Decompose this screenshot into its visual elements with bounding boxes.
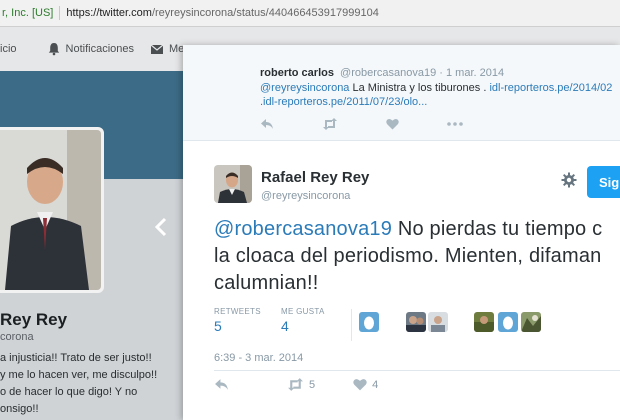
retweets-stat[interactable]: RETWEETS 5 (214, 307, 261, 334)
engager-photo (474, 312, 494, 332)
profile-photo (0, 130, 101, 290)
reply-tweet[interactable]: roberto carlos @robercasanova19 · 1 mar.… (183, 45, 620, 141)
author-photo (214, 165, 252, 203)
engager-avatar[interactable] (474, 312, 494, 332)
default-egg-avatar (359, 312, 379, 332)
tweet-stats: RETWEETS 5 ME GUSTA 4 (214, 307, 620, 347)
url-path: /reyreysincorona/status/4404664539179991… (151, 7, 379, 19)
profile-bio: a injusticia!! Trato de ser justo!! y me… (0, 350, 178, 418)
retweet-action-count: 5 (309, 378, 316, 391)
engager-avatar[interactable] (428, 312, 448, 332)
certificate-label[interactable]: r, Inc. [US] (0, 7, 53, 19)
reply-date[interactable]: · 1 mar. 2014 (439, 67, 504, 79)
nav-label-messages: Me (169, 43, 185, 55)
tweet-timestamp[interactable]: 6:39 - 3 mar. 2014 (214, 352, 303, 364)
reply-action-reply[interactable] (260, 118, 274, 130)
url-text[interactable]: https://twitter.com/reyreysincorona/stat… (66, 7, 379, 19)
tweet-text-line-2: la cloaca del periodismo. Mienten, difam… (214, 245, 602, 267)
bio-line: o de hacer lo que digo! Y no (0, 386, 138, 398)
author-avatar[interactable] (214, 165, 252, 203)
engager-photo (428, 312, 448, 332)
action-reply[interactable] (214, 378, 229, 391)
likes-label: ME GUSTA (281, 307, 325, 316)
retweets-count: 5 (214, 318, 222, 334)
nav-item-notifications[interactable]: Notificaciones (47, 42, 134, 56)
reply-text-plain: La Ministra y los tiburones . (349, 82, 490, 94)
tweet-text-plain: No pierdas tu tiempo c (392, 218, 603, 240)
heart-icon (386, 118, 399, 130)
reply-url-link-2[interactable]: .idl-reporteros.pe/2011/07/23/olo... (260, 96, 427, 108)
nav-label-notifications: Notificaciones (65, 43, 134, 55)
retweet-icon (288, 378, 303, 391)
action-like[interactable]: 4 (353, 378, 378, 391)
heart-icon (353, 379, 367, 391)
nav-item-home[interactable]: icio (0, 43, 17, 55)
reply-tweet-header: roberto carlos @robercasanova19 · 1 mar.… (260, 67, 504, 79)
actions-divider (214, 370, 620, 371)
engager-photo (406, 312, 426, 332)
tweet-text-line-1: @robercasanova19 No pierdas tu tiempo c (214, 216, 620, 243)
retweet-icon (323, 118, 337, 130)
reply-icon (261, 119, 273, 129)
reply-action-retweet[interactable] (322, 118, 338, 130)
reply-action-like[interactable] (386, 118, 399, 130)
gear-icon[interactable] (561, 172, 577, 188)
retweets-label: RETWEETS (214, 307, 261, 316)
reply-tweet-actions (260, 118, 511, 130)
url-separator (59, 6, 61, 20)
tweet-actions: 5 4 (214, 378, 416, 391)
action-retweet[interactable]: 5 (287, 378, 315, 391)
like-action-count: 4 (372, 378, 379, 391)
reply-mention-link[interactable]: @reyreysincorona (260, 82, 349, 94)
tweet-mention-link[interactable]: @robercasanova19 (214, 218, 392, 240)
nav-label-home: icio (0, 43, 17, 55)
url-host: https://twitter.com (66, 7, 152, 19)
stats-divider (351, 309, 352, 341)
author-name[interactable]: Rafael Rey Rey (261, 169, 369, 186)
profile-avatar (0, 130, 101, 290)
bio-line: a injusticia!! Trato de ser justo!! (0, 352, 152, 364)
author-handle[interactable]: @reyreysincorona (261, 190, 350, 202)
engager-avatar[interactable] (498, 312, 518, 332)
reply-author-name[interactable]: roberto carlos (260, 67, 334, 79)
follow-button[interactable]: Sig (587, 166, 620, 198)
likes-stat[interactable]: ME GUSTA 4 (281, 307, 325, 334)
bell-icon (48, 43, 59, 56)
reply-action-more[interactable] (447, 122, 463, 126)
browser-url-bar[interactable]: r, Inc. [US] https://twitter.com/reyreys… (0, 0, 620, 27)
bio-line: y me lo hacen ver, me disculpo!! (0, 369, 158, 381)
tweet-text-line-3: calumnian!! (214, 272, 319, 294)
default-egg-avatar (498, 312, 518, 332)
profile-name[interactable]: Rey Rey (0, 310, 67, 330)
profile-handle: corona (0, 331, 34, 343)
tweet-text: @robercasanova19 No pierdas tu tiempo c … (214, 216, 620, 297)
bio-line: onsigo!! (0, 403, 39, 415)
reply-icon (215, 379, 228, 390)
likes-count: 4 (281, 318, 289, 334)
reply-tweet-text: @reyreysincorona La Ministra y los tibur… (260, 81, 612, 109)
engager-photo (521, 312, 541, 332)
tweet-permalink-modal: roberto carlos @robercasanova19 · 1 mar.… (183, 45, 620, 420)
engager-avatar[interactable] (359, 312, 379, 332)
engager-avatar[interactable] (521, 312, 541, 332)
engager-avatar[interactable] (406, 312, 426, 332)
profile-avatar-frame[interactable] (0, 127, 104, 293)
more-dots-icon (447, 122, 463, 126)
envelope-icon (150, 44, 164, 54)
chevron-left-icon[interactable] (154, 217, 168, 237)
reply-url-link[interactable]: idl-reporteros.pe/2014/02 (489, 82, 612, 94)
reply-author-handle[interactable]: @robercasanova19 (340, 67, 436, 79)
nav-item-messages[interactable]: Me (150, 42, 184, 56)
